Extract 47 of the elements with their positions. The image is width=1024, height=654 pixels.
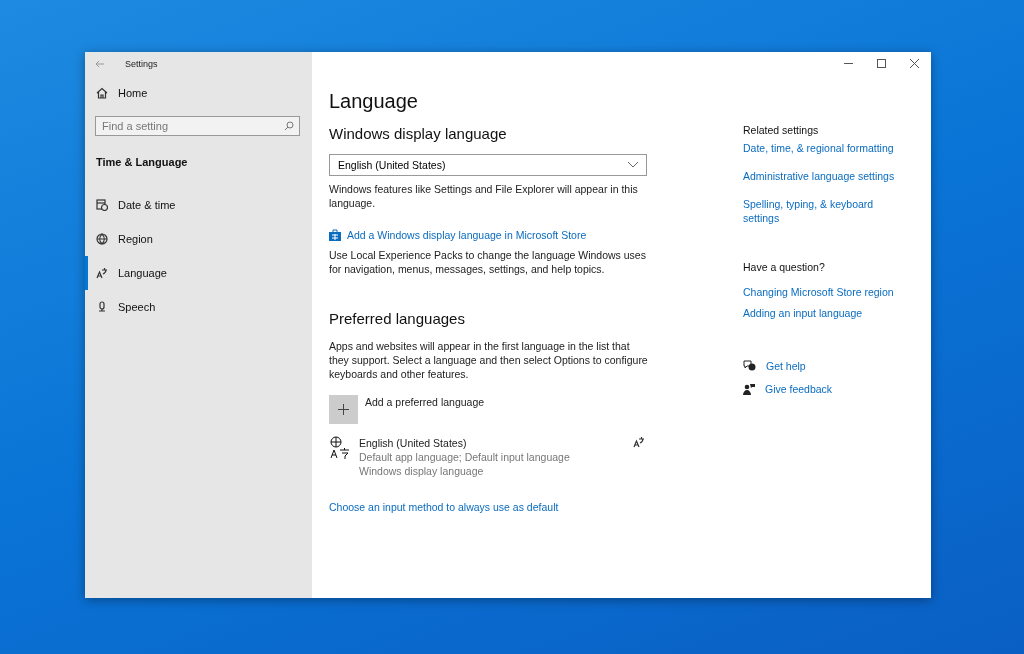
language-name: English (United States) [359, 436, 468, 450]
related-heading: Related settings [743, 124, 820, 136]
minimize-icon [844, 62, 853, 64]
add-button[interactable] [329, 395, 358, 424]
store-link[interactable]: Add a Windows display language in Microsoft Store [347, 228, 587, 242]
language-icon [96, 267, 108, 279]
language-dropdown[interactable]: English (United States) [329, 154, 647, 176]
add-language-label[interactable]: Add a preferred language [365, 395, 485, 424]
page-title: Language [329, 90, 419, 113]
input-method-link[interactable]: Choose an input method to always use as default [329, 500, 651, 514]
chevron-down-icon [628, 162, 638, 168]
person-feedback-icon [743, 383, 755, 395]
related-link[interactable]: Spelling, typing, & keyboard settings [743, 197, 903, 225]
search-field[interactable]: Find a setting [95, 116, 300, 136]
microphone-icon [96, 301, 108, 313]
language-icon [633, 436, 645, 448]
plus-icon [338, 404, 349, 415]
description-text: Windows features like Settings and File Explorer will appear in this language. [329, 182, 639, 210]
related-link[interactable]: Date, time, & regional formatting [743, 141, 903, 155]
section-heading: Time & Language [95, 155, 189, 170]
question-heading: Have a question? [743, 261, 826, 273]
close-icon [910, 58, 919, 68]
related-link[interactable]: Administrative language settings [743, 169, 903, 183]
help-link[interactable]: Give feedback [765, 382, 833, 396]
description-text: Use Local Experience Packs to change the language Windows uses for navigation, menus, messages, settings, and help topics. [329, 248, 647, 276]
chat-question-icon [743, 360, 756, 372]
home-icon [96, 87, 108, 99]
language-detail: Windows display language [359, 464, 485, 478]
section-heading: Windows display language [329, 125, 508, 142]
help-link[interactable]: Changing Microsoft Store region [743, 285, 903, 299]
sidebar-item[interactable]: Region [85, 222, 312, 256]
language-item[interactable]: English (United States) Default app language; Default input language Windows display language [329, 436, 651, 478]
language-detail: Default app language; Default input language [359, 450, 570, 464]
store-bag-icon [329, 229, 341, 241]
description-text: Apps and websites will appear in the first language in the list that they support. Select a language and then select Options to configure keyboards and other features. [329, 339, 649, 381]
section-heading: Preferred languages [329, 310, 466, 327]
help-link[interactable]: Adding an input language [743, 306, 903, 320]
globe-icon [96, 233, 108, 245]
sidebar-item[interactable]: Speech [85, 290, 312, 324]
window-title: Settings [125, 59, 158, 69]
maximize-icon [877, 58, 886, 68]
home-nav-item[interactable]: Home [85, 76, 312, 110]
calendar-clock-icon [96, 199, 108, 211]
help-link[interactable]: Get help [766, 359, 806, 373]
search-icon [284, 121, 294, 131]
sidebar-item[interactable]: Language [85, 256, 312, 290]
sidebar-item[interactable]: Date & time [85, 188, 312, 222]
